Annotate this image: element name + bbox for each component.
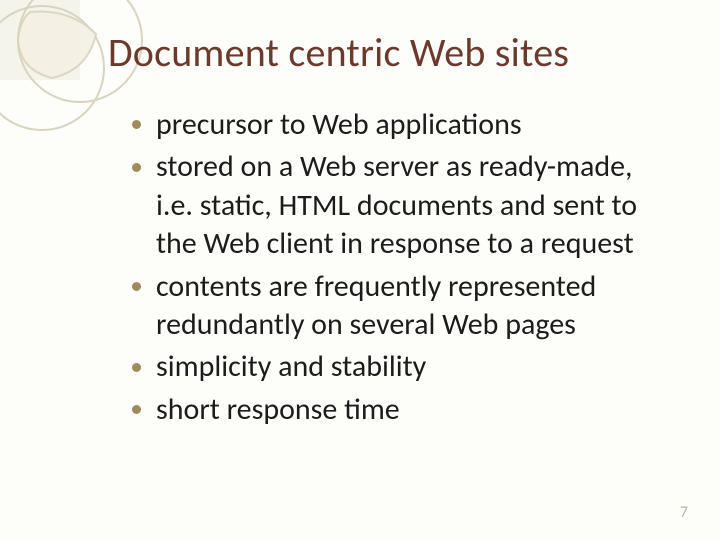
list-item: precursor to Web applications bbox=[130, 106, 660, 144]
slide-content: precursor to Web applications stored on … bbox=[130, 106, 660, 433]
list-item: short response time bbox=[130, 391, 660, 429]
bullet-list: precursor to Web applications stored on … bbox=[130, 106, 660, 429]
slide: Document centric Web sites precursor to … bbox=[0, 0, 720, 540]
page-number: 7 bbox=[680, 503, 688, 522]
list-item: contents are frequently represented redu… bbox=[130, 268, 660, 345]
slide-title: Document centric Web sites bbox=[108, 28, 569, 77]
list-item: simplicity and stability bbox=[130, 348, 660, 386]
list-item: stored on a Web server as ready-made, i.… bbox=[130, 148, 660, 263]
